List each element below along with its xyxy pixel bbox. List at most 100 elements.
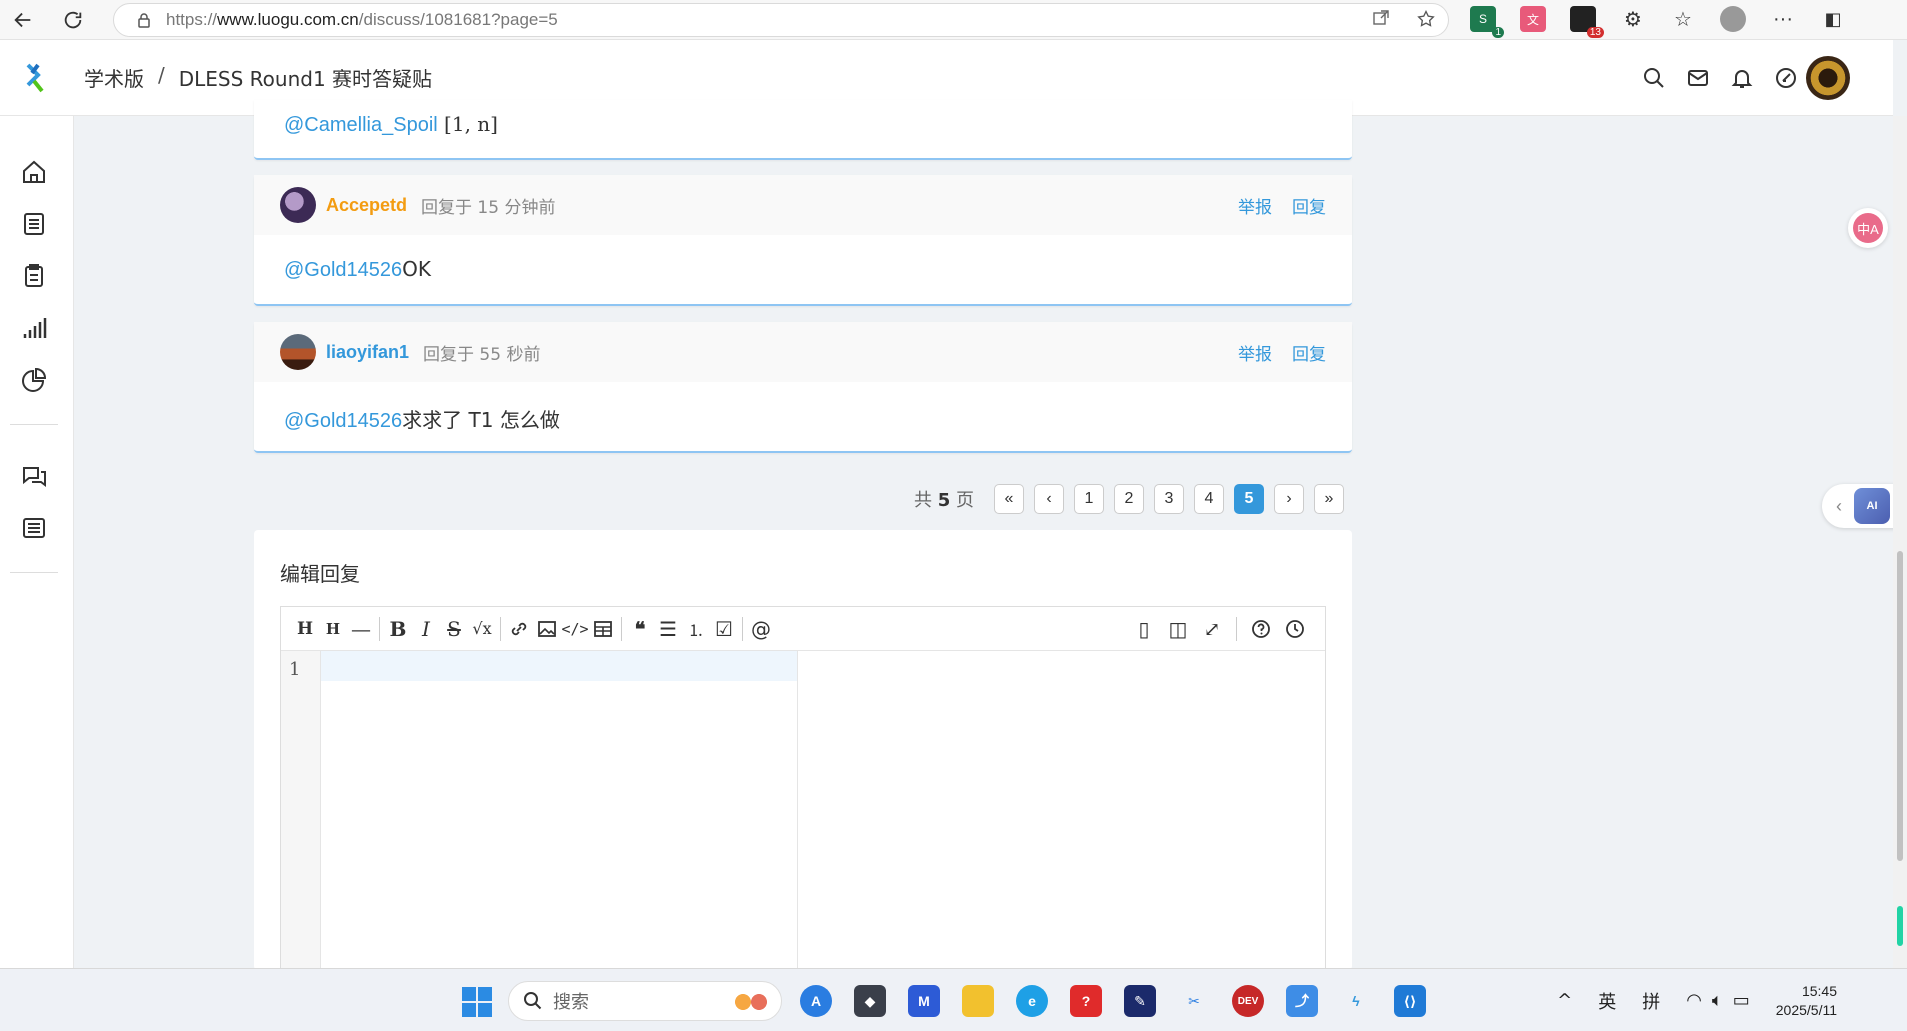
- scrollbar-thumb[interactable]: [1897, 551, 1903, 861]
- wifi-icon[interactable]: ◠: [1686, 990, 1702, 1011]
- bell-icon[interactable]: [1730, 66, 1754, 90]
- page-scrollbar[interactable]: [1893, 116, 1907, 968]
- username-link[interactable]: liaoyifan1: [326, 342, 409, 363]
- strikethrough-icon[interactable]: S: [440, 615, 468, 643]
- breadcrumb-section-link[interactable]: 学术版: [84, 63, 144, 92]
- table-icon[interactable]: [589, 615, 617, 643]
- app-editor-icon[interactable]: M: [908, 985, 940, 1017]
- italic-icon[interactable]: I: [412, 615, 440, 643]
- snipping-tool-icon[interactable]: ✂: [1178, 985, 1210, 1017]
- mention-at-icon[interactable]: @: [747, 615, 775, 643]
- current-page-button[interactable]: 5: [1234, 484, 1264, 514]
- page-button[interactable]: 3: [1154, 484, 1184, 514]
- record-pie-icon[interactable]: [20, 366, 48, 394]
- ai-assistant-float[interactable]: ‹ AI: [1822, 484, 1902, 528]
- editor-input[interactable]: [321, 651, 797, 681]
- ime-mode[interactable]: 拼: [1642, 988, 1660, 1014]
- app-blue-icon[interactable]: ⤴: [1286, 985, 1318, 1017]
- taskbar-search[interactable]: 搜索: [508, 981, 782, 1021]
- ranking-bars-icon[interactable]: [20, 314, 48, 342]
- home-icon[interactable]: [20, 158, 48, 186]
- app-cube-icon[interactable]: ◆: [854, 985, 886, 1017]
- lock-icon[interactable]: [136, 12, 152, 28]
- reply-body: @Gold14526求求了 T1 怎么做: [254, 382, 1352, 455]
- battery-icon[interactable]: ▭: [1733, 990, 1750, 1011]
- reply-link[interactable]: 回复: [1292, 193, 1326, 218]
- file-explorer-icon[interactable]: [962, 985, 994, 1017]
- volume-icon[interactable]: 🔈︎: [1712, 990, 1723, 1011]
- clipboard-icon[interactable]: [20, 262, 48, 290]
- mention-link[interactable]: @Gold14526: [284, 259, 402, 281]
- edit-mode-icon[interactable]: ▯: [1130, 615, 1158, 643]
- search-icon[interactable]: [1642, 66, 1666, 90]
- vscode-icon[interactable]: ⟨⟩: [1394, 985, 1426, 1017]
- url-text[interactable]: https://www.luogu.com.cn/discuss/1081681…: [166, 10, 558, 30]
- formula-icon[interactable]: √x: [468, 615, 496, 643]
- heading-icon[interactable]: H: [291, 615, 319, 643]
- next-page-button[interactable]: ›: [1274, 484, 1304, 514]
- puzzle-extensions-icon[interactable]: ⚙: [1620, 6, 1646, 32]
- articles-icon[interactable]: [20, 514, 48, 542]
- mention-link[interactable]: @Gold14526: [284, 410, 402, 432]
- translate-float-button[interactable]: 中A: [1848, 208, 1888, 248]
- numbered-list-icon[interactable]: ⒈: [682, 615, 710, 643]
- first-page-button[interactable]: «: [994, 484, 1024, 514]
- toolbar-separator: [742, 616, 743, 641]
- chevron-up-icon[interactable]: ^: [1557, 990, 1572, 1011]
- app-a-icon[interactable]: A: [800, 985, 832, 1017]
- chevron-left-icon[interactable]: ‹: [1836, 496, 1842, 517]
- checklist-icon[interactable]: ☑: [710, 615, 738, 643]
- address-bar[interactable]: https://www.luogu.com.cn/discuss/1081681…: [113, 3, 1449, 37]
- windows-start-icon[interactable]: [462, 987, 492, 1017]
- chat-extension-icon[interactable]: 13: [1570, 6, 1604, 38]
- code-icon[interactable]: </>: [561, 615, 589, 643]
- back-icon[interactable]: [6, 3, 40, 37]
- page-button[interactable]: 4: [1194, 484, 1224, 514]
- open-in-app-icon[interactable]: [1372, 9, 1390, 34]
- quote-icon[interactable]: ❝: [626, 615, 654, 643]
- extension-s-icon[interactable]: S1: [1470, 6, 1504, 38]
- image-icon[interactable]: [533, 615, 561, 643]
- page-button[interactable]: 2: [1114, 484, 1144, 514]
- fullscreen-icon[interactable]: ⤢: [1198, 615, 1226, 643]
- avatar[interactable]: [280, 187, 316, 223]
- bullet-list-icon[interactable]: ☰: [654, 615, 682, 643]
- heading-small-icon[interactable]: H: [319, 615, 347, 643]
- problems-book-icon[interactable]: [20, 210, 48, 238]
- translate-extension-icon[interactable]: 文: [1520, 6, 1546, 32]
- report-link[interactable]: 举报: [1238, 193, 1272, 218]
- luogu-logo-icon[interactable]: [20, 61, 50, 95]
- user-avatar[interactable]: [1806, 56, 1850, 100]
- system-clock[interactable]: 15:45 2025/5/11: [1776, 982, 1837, 1020]
- page-button[interactable]: 1: [1074, 484, 1104, 514]
- profile-avatar-icon[interactable]: [1720, 6, 1746, 32]
- more-menu-icon[interactable]: ···: [1770, 6, 1796, 32]
- avatar[interactable]: [280, 334, 316, 370]
- mail-icon[interactable]: [1686, 66, 1710, 90]
- ai-icon[interactable]: AI: [1854, 488, 1890, 524]
- last-page-button[interactable]: »: [1314, 484, 1344, 514]
- history-clock-icon[interactable]: [1281, 615, 1309, 643]
- refresh-icon[interactable]: [56, 3, 90, 37]
- app-dark-icon[interactable]: ✎: [1124, 985, 1156, 1017]
- username-link[interactable]: Accepetd: [326, 195, 407, 216]
- discussion-icon[interactable]: [20, 462, 48, 490]
- link-icon[interactable]: [505, 615, 533, 643]
- favorites-list-icon[interactable]: ☆: [1670, 6, 1696, 32]
- favorite-star-icon[interactable]: [1416, 9, 1436, 34]
- prev-page-button[interactable]: ‹: [1034, 484, 1064, 514]
- mention-link[interactable]: @Camellia_Spoil: [284, 114, 438, 136]
- ime-language[interactable]: 英: [1598, 988, 1616, 1014]
- help-icon[interactable]: [1247, 615, 1275, 643]
- split-mode-icon[interactable]: ◫: [1164, 615, 1192, 643]
- report-link[interactable]: 举报: [1238, 340, 1272, 365]
- app-red-icon[interactable]: ?: [1070, 985, 1102, 1017]
- luogu-app-icon[interactable]: ϟ: [1340, 985, 1372, 1017]
- horizontal-rule-icon[interactable]: —: [347, 615, 375, 643]
- compose-icon[interactable]: [1774, 66, 1798, 90]
- bold-icon[interactable]: B: [384, 615, 412, 643]
- sidebar-toggle-icon[interactable]: ◧: [1820, 6, 1846, 32]
- reply-link[interactable]: 回复: [1292, 340, 1326, 365]
- edge-browser-icon[interactable]: e: [1016, 985, 1048, 1017]
- dev-cpp-icon[interactable]: DEV: [1232, 985, 1264, 1017]
